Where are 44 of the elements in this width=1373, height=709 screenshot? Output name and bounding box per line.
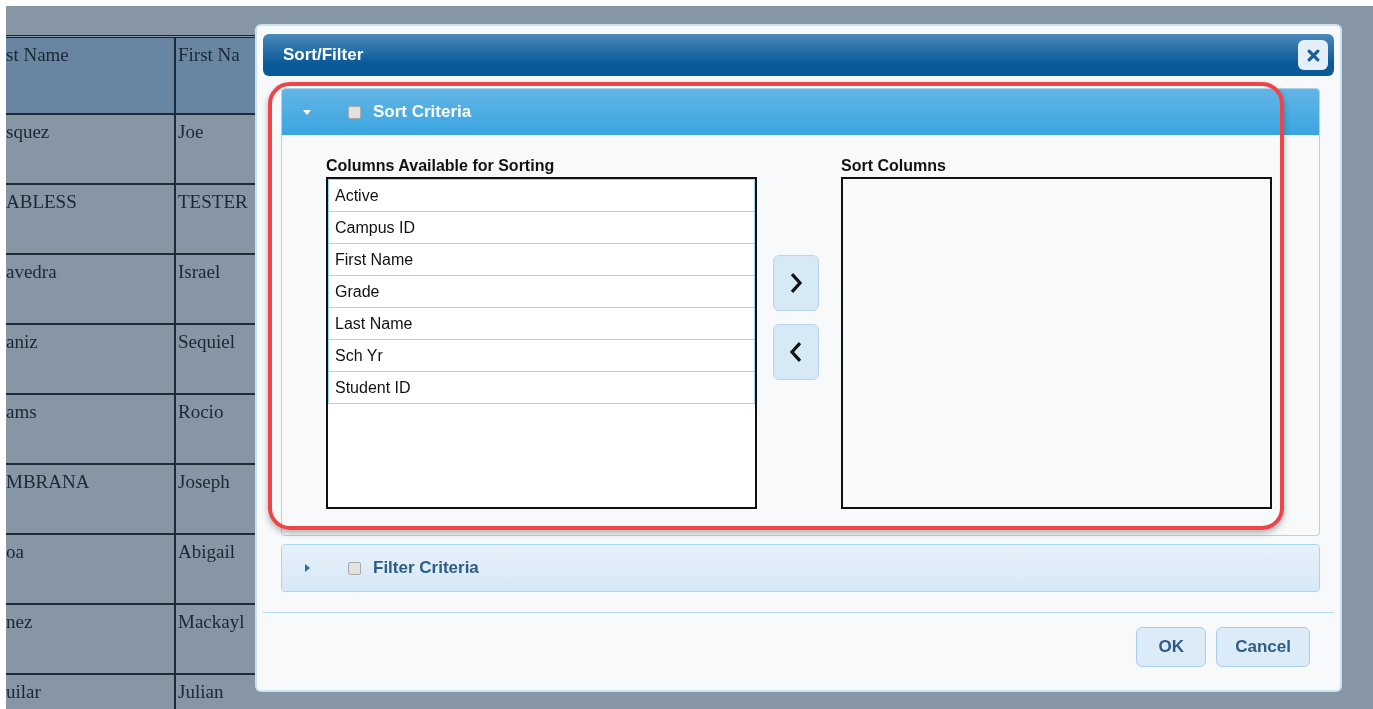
- list-item[interactable]: Sch Yr: [328, 339, 755, 372]
- list-item[interactable]: Grade: [328, 275, 755, 308]
- table-cell: Joseph: [178, 471, 230, 492]
- column-header: st Name: [6, 44, 69, 65]
- table-cell: Julian: [178, 681, 224, 702]
- table-cell: Sequiel: [178, 331, 235, 352]
- dialog-button[interactable]: OK: [1136, 627, 1207, 667]
- list-item[interactable]: Active: [328, 179, 755, 212]
- section-title: Sort Criteria: [373, 102, 472, 122]
- expand-icon: [302, 563, 312, 573]
- table-cell: nez: [6, 611, 33, 632]
- remove-button[interactable]: [773, 324, 819, 380]
- add-button[interactable]: [773, 255, 819, 311]
- list-item[interactable]: First Name: [328, 243, 755, 276]
- list-label: Columns Available for Sorting: [326, 157, 556, 176]
- checkbox[interactable]: [348, 561, 361, 575]
- table-cell: Rocio: [178, 401, 224, 422]
- table-cell: ams: [6, 401, 37, 422]
- expand-icon: [302, 107, 312, 117]
- list-item[interactable]: Student ID: [328, 371, 755, 404]
- section-title: Filter Criteria: [373, 558, 479, 578]
- table-cell: TESTER: [178, 191, 248, 212]
- list-item[interactable]: Campus ID: [328, 211, 755, 244]
- table-cell: Joe: [178, 121, 204, 142]
- checkbox[interactable]: [348, 105, 361, 119]
- table-cell: oa: [6, 541, 24, 562]
- table-cell: aniz: [6, 331, 38, 352]
- table-cell: ABLESS: [6, 191, 77, 212]
- table-cell: squez: [6, 121, 50, 142]
- table-cell: uilar: [6, 681, 41, 702]
- list-label: Sort Columns: [841, 157, 947, 176]
- chevron-left-icon: [788, 339, 804, 365]
- table-cell: Mackayl: [178, 611, 245, 632]
- close-button[interactable]: [1298, 40, 1328, 70]
- table-cell: MBRANA: [6, 471, 90, 492]
- close-icon: [1306, 48, 1320, 62]
- table-cell: avedra: [6, 261, 57, 282]
- section-header[interactable]: Filter Criteria: [282, 545, 1319, 591]
- column-header: First Na: [178, 44, 240, 65]
- dialog-button[interactable]: Cancel: [1216, 627, 1310, 667]
- table-cell: Abigail: [178, 541, 235, 562]
- dialog-title: Sort/Filter: [283, 45, 364, 65]
- list-item[interactable]: Last Name: [328, 307, 755, 340]
- table-cell: Israel: [178, 261, 221, 282]
